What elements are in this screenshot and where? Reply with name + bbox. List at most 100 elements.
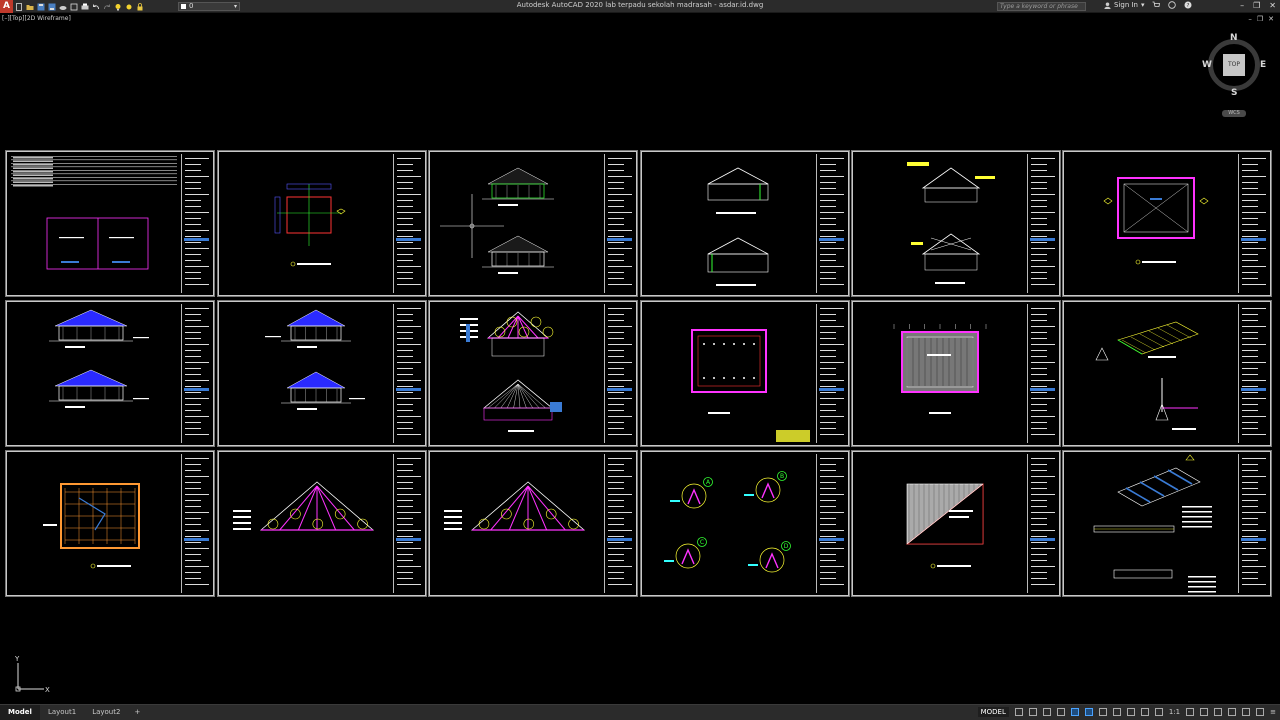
polar-icon[interactable] <box>1056 708 1065 716</box>
drawing-sheet[interactable] <box>5 150 215 297</box>
viewport-controls-label[interactable]: [–][Top][2D Wireframe] <box>2 15 71 22</box>
add-layout-button[interactable]: + <box>128 705 146 720</box>
title-block-logo-band <box>396 538 421 541</box>
help-icon[interactable]: ? <box>1184 1 1192 9</box>
title-block-logo-band <box>1241 238 1266 241</box>
drawing-sheet[interactable] <box>428 450 638 597</box>
ucs-x-label: X <box>45 686 50 693</box>
grid-icon[interactable] <box>1014 708 1023 716</box>
title-block <box>1238 454 1268 593</box>
drawing-content <box>1095 321 1199 430</box>
sign-in-button[interactable]: Sign In ▾ <box>1104 1 1145 9</box>
compass-west[interactable]: W <box>1202 60 1212 70</box>
title-block-logo-band <box>396 388 421 391</box>
compass-south[interactable]: S <box>1231 88 1237 98</box>
object-snap-tracking-icon[interactable] <box>1084 708 1093 716</box>
cart-icon[interactable] <box>1152 1 1160 9</box>
drawing-sheet[interactable] <box>5 300 215 447</box>
title-block <box>604 304 634 443</box>
drawing-sheet[interactable] <box>851 300 1061 447</box>
viewport-minimize-button[interactable]: – <box>1248 15 1252 23</box>
search-input[interactable]: Type a keyword or phrase <box>997 2 1086 11</box>
sign-in-label: Sign In <box>1114 1 1138 9</box>
drawing-sheet[interactable] <box>1062 150 1272 297</box>
selection-cycling-icon[interactable] <box>1126 708 1135 716</box>
drawing-content <box>893 324 987 414</box>
title-block <box>816 454 846 593</box>
model-space-toggle[interactable]: MODEL <box>977 707 1009 717</box>
annotation-visibility-icon[interactable] <box>1140 708 1149 716</box>
compass-north[interactable]: N <box>1230 33 1238 43</box>
document-title: Autodesk AutoCAD 2020 lab terpadu sekola… <box>516 1 764 9</box>
tab-model[interactable]: Model <box>0 705 40 720</box>
drawing-sheet[interactable] <box>217 300 427 447</box>
drawing-content <box>1103 177 1209 265</box>
title-block <box>181 454 211 593</box>
customization-menu-icon[interactable]: ≡ <box>1270 708 1276 716</box>
drawing-content <box>43 483 140 569</box>
drawing-content <box>233 481 375 531</box>
drawing-sheet[interactable] <box>217 150 427 297</box>
title-block-logo-band <box>1241 388 1266 391</box>
drawing-sheet[interactable]: A B C D <box>640 450 850 597</box>
minimize-button[interactable]: – <box>1240 1 1244 10</box>
detail-callout-label: C <box>700 539 704 546</box>
viewcube[interactable]: TOP N S E W <box>1202 33 1266 98</box>
restore-button[interactable]: ❐ <box>1253 1 1260 10</box>
annotation-monitor-icon[interactable] <box>1200 708 1209 716</box>
drawing-sheet[interactable] <box>5 450 215 597</box>
auto-scale-icon[interactable] <box>1154 708 1163 716</box>
drawing-sheet[interactable] <box>428 300 638 447</box>
clean-screen-icon[interactable] <box>1256 708 1265 716</box>
annotation-scale[interactable]: 1:1 <box>1169 708 1180 716</box>
title-block-logo-band <box>607 238 632 241</box>
drawing-sheet[interactable] <box>217 450 427 597</box>
transparency-icon[interactable] <box>1112 708 1121 716</box>
tab-layout1[interactable]: Layout1 <box>40 705 84 720</box>
drawing-sheet[interactable] <box>851 150 1061 297</box>
tab-layout2[interactable]: Layout2 <box>84 705 128 720</box>
title-block <box>1027 454 1057 593</box>
chevron-down-icon: ▾ <box>1141 1 1145 9</box>
title-block-logo-band <box>1241 538 1266 541</box>
ortho-icon[interactable] <box>1042 708 1051 716</box>
drawing-sheet[interactable] <box>851 450 1061 597</box>
drawing-content <box>691 329 810 442</box>
compass-east[interactable]: E <box>1260 60 1266 70</box>
title-block <box>604 154 634 293</box>
viewport-close-button[interactable]: ✕ <box>1268 15 1274 23</box>
title-block-logo-band <box>819 238 844 241</box>
close-button[interactable]: ✕ <box>1269 1 1276 10</box>
drawing-content <box>274 183 346 267</box>
title-block <box>393 304 423 443</box>
drawing-sheet[interactable] <box>640 150 850 297</box>
lineweight-icon[interactable] <box>1098 708 1107 716</box>
drawing-content <box>444 481 586 531</box>
title-block <box>1238 304 1268 443</box>
drawing-sheet[interactable] <box>428 150 638 297</box>
drawing-content <box>707 167 769 286</box>
title-block-logo-band <box>396 238 421 241</box>
title-block <box>393 154 423 293</box>
detail-callout-label: D <box>784 543 789 550</box>
title-block <box>816 304 846 443</box>
drawing-sheet[interactable] <box>1062 300 1272 447</box>
hardware-acceleration-icon[interactable] <box>1242 708 1251 716</box>
units-icon[interactable] <box>1214 708 1223 716</box>
viewport-restore-button[interactable]: ❐ <box>1257 15 1263 23</box>
drawing-content <box>440 167 554 274</box>
viewcube-top-face[interactable]: TOP <box>1223 54 1245 76</box>
account-icon[interactable] <box>1168 1 1176 9</box>
snap-icon[interactable] <box>1028 708 1037 716</box>
drawing-sheet[interactable] <box>1062 450 1272 597</box>
drawing-sheet[interactable] <box>640 300 850 447</box>
isolate-objects-icon[interactable] <box>1228 708 1237 716</box>
drawing-content <box>460 311 562 432</box>
title-block-logo-band <box>1030 388 1055 391</box>
title-block-logo-band <box>607 538 632 541</box>
object-snap-icon[interactable] <box>1070 708 1079 716</box>
ucs-y-label: Y <box>14 655 20 663</box>
title-block <box>1027 304 1057 443</box>
workspace-icon[interactable] <box>1186 708 1195 716</box>
wcs-menu-button[interactable]: WCS <box>1222 110 1246 117</box>
